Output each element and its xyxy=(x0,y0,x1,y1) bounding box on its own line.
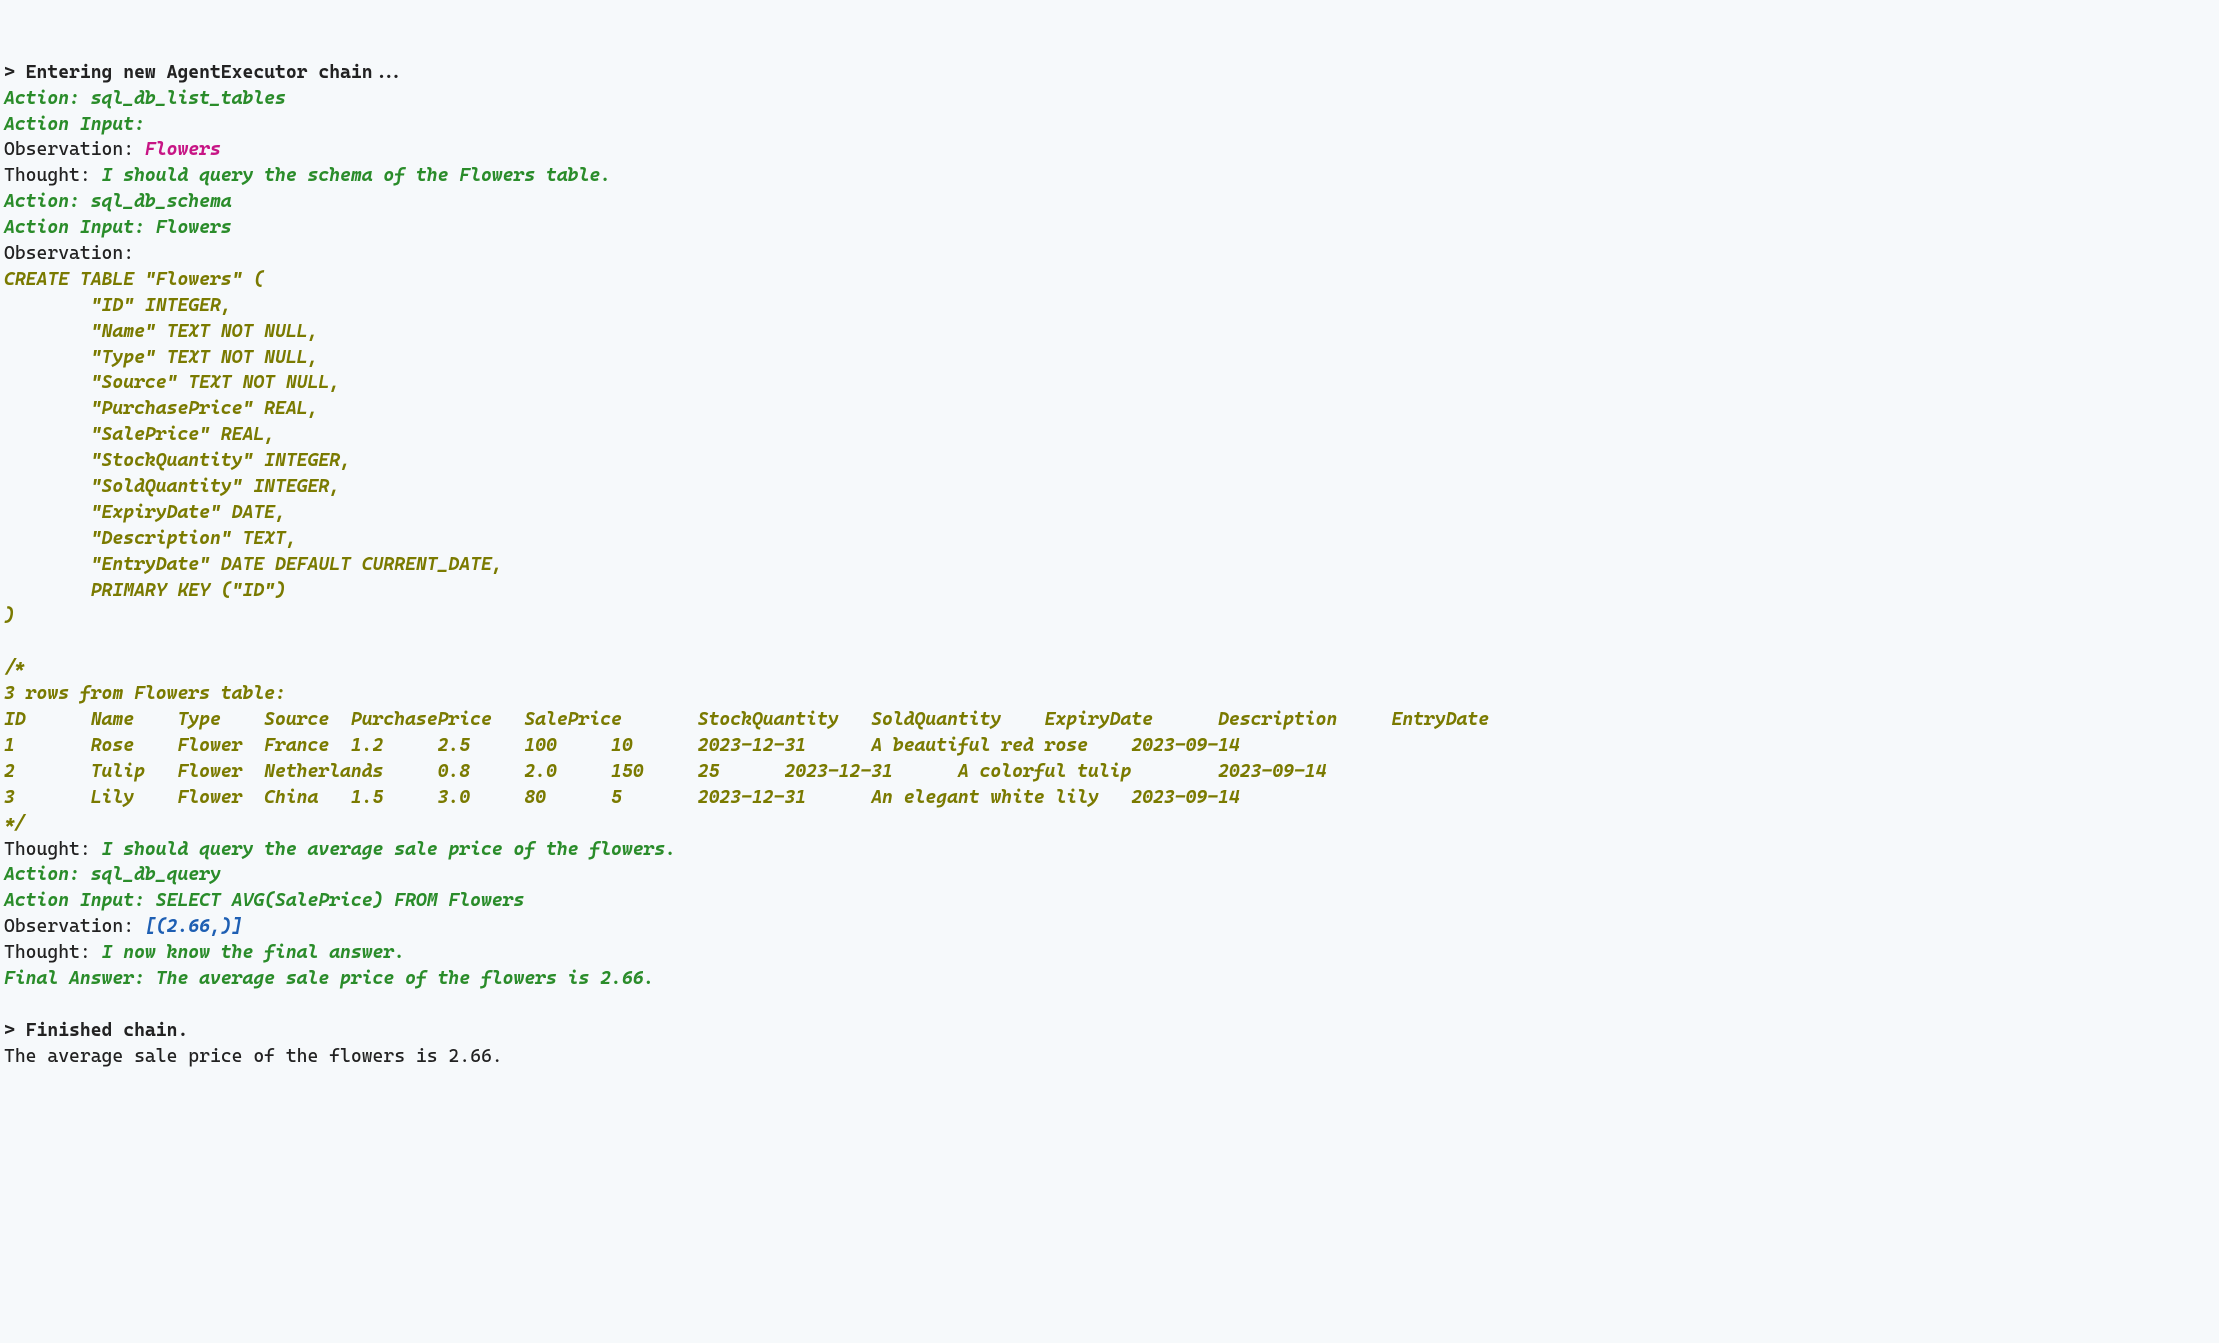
thought-text: I should query the schema of the Flowers… xyxy=(102,165,611,186)
agent-output: > Entering new AgentExecutor chain... Ac… xyxy=(4,60,2215,1070)
schema-line: ) xyxy=(4,605,15,626)
thought-label: Thought: xyxy=(4,839,102,860)
schema-line: CREATE TABLE "Flowers" ( xyxy=(4,269,264,290)
action-input-line: Action Input: Flowers xyxy=(4,217,232,238)
observation-label: Observation: xyxy=(4,243,134,264)
table-row: 3 Lily Flower China 1.5 3.0 80 5 2023-12… xyxy=(4,787,1240,808)
schema-line: "ID" INTEGER, xyxy=(4,295,232,316)
schema-line: "EntryDate" DATE DEFAULT CURRENT_DATE, xyxy=(4,554,503,575)
final-answer: Final Answer: The average sale price of … xyxy=(4,968,654,989)
table-row: 2 Tulip Flower Netherlands 0.8 2.0 150 2… xyxy=(4,761,1326,782)
result-text: The average sale price of the flowers is… xyxy=(4,1046,503,1067)
table-columns: ID Name Type Source PurchasePrice SalePr… xyxy=(4,709,1489,730)
schema-line: "StockQuantity" INTEGER, xyxy=(4,450,351,471)
observation-value: Flowers xyxy=(145,139,221,160)
observation-label: Observation: xyxy=(4,139,145,160)
schema-line: "Name" TEXT NOT NULL, xyxy=(4,321,318,342)
observation-label: Observation: xyxy=(4,916,145,937)
thought-label: Thought: xyxy=(4,942,102,963)
thought-text: I should query the average sale price of… xyxy=(102,839,677,860)
comment-open: /* xyxy=(4,657,26,678)
action-input-line: Action Input: SELECT AVG(SalePrice) FROM… xyxy=(4,890,524,911)
thought-label: Thought: xyxy=(4,165,102,186)
chain-start: > Entering new AgentExecutor chain... xyxy=(4,62,405,83)
schema-line: "Description" TEXT, xyxy=(4,528,297,549)
action-line: Action: sql_db_schema xyxy=(4,191,232,212)
action-line: Action: sql_db_query xyxy=(4,864,221,885)
schema-line: "Type" TEXT NOT NULL, xyxy=(4,347,318,368)
observation-value: [(2.66,)] xyxy=(145,916,243,937)
comment-close: */ xyxy=(4,813,26,834)
action-line: Action: sql_db_list_tables xyxy=(4,88,286,109)
schema-line: "SoldQuantity" INTEGER, xyxy=(4,476,340,497)
chain-finished: > Finished chain. xyxy=(4,1020,188,1041)
schema-line: "Source" TEXT NOT NULL, xyxy=(4,372,340,393)
action-input-line: Action Input: xyxy=(4,114,145,135)
schema-line: "SalePrice" REAL, xyxy=(4,424,275,445)
table-row: 1 Rose Flower France 1.2 2.5 100 10 2023… xyxy=(4,735,1240,756)
rows-header: 3 rows from Flowers table: xyxy=(4,683,286,704)
schema-line: PRIMARY KEY ("ID") xyxy=(4,580,286,601)
schema-line: "ExpiryDate" DATE, xyxy=(4,502,286,523)
schema-line: "PurchasePrice" REAL, xyxy=(4,398,318,419)
thought-text: I now know the final answer. xyxy=(102,942,406,963)
